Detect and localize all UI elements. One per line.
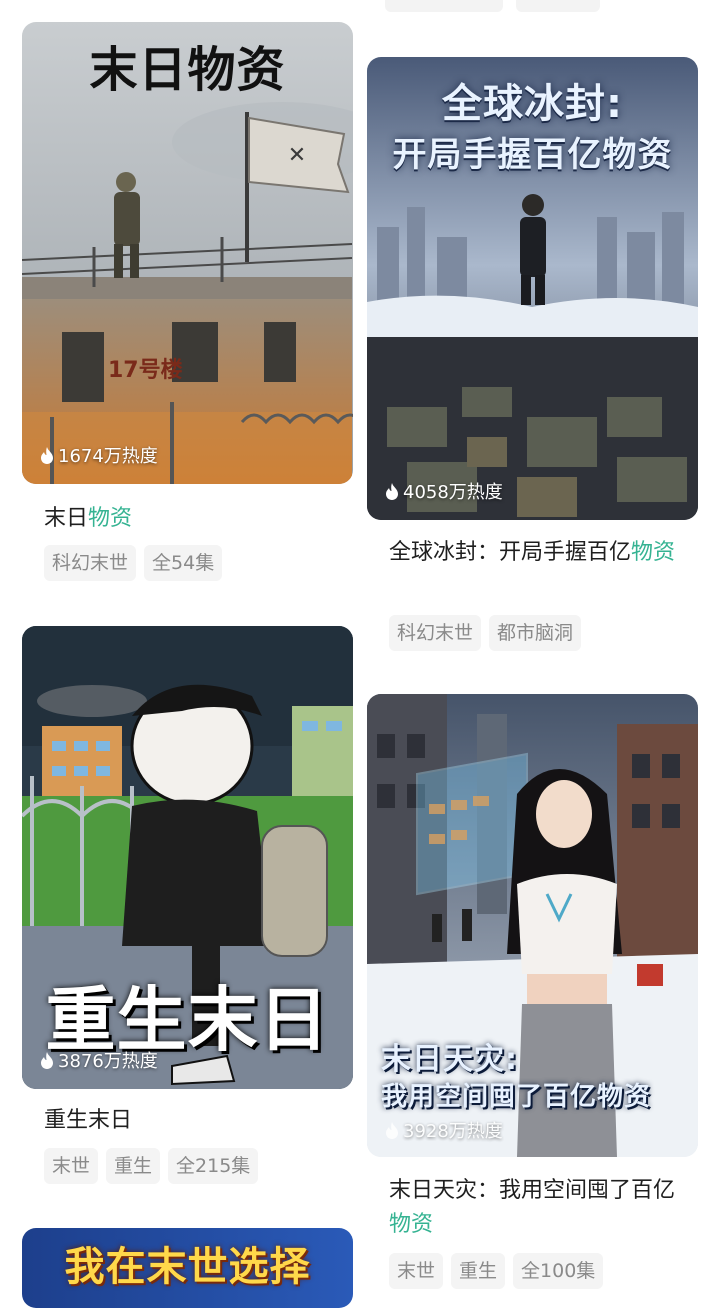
heat-badge: 4058万热度: [385, 478, 503, 504]
tag-genre[interactable]: 都市脑洞: [489, 615, 582, 651]
cover-title: 末日物资: [89, 42, 286, 98]
heat-count: 3928万热度: [403, 1121, 503, 1142]
title-text: 末日: [44, 506, 89, 531]
tag-stub: [385, 0, 503, 12]
drama-card-4[interactable]: 末日天灾: 我用空间囤了百亿物资 3928万热度 末日天灾：我用空间囤了百亿物资…: [367, 694, 698, 1294]
tag-list: 科幻末世 全54集: [44, 545, 223, 581]
card-title[interactable]: 末日天灾：我用空间囤了百亿物资: [389, 1174, 679, 1242]
tag-genre[interactable]: 重生: [451, 1253, 506, 1289]
drama-card-1[interactable]: ✕ 末日物资 17号楼 1674万热度 末日物资 科幻末世 全54集: [22, 22, 353, 592]
drama-card-2[interactable]: 全球冰封: 开局手握百亿物资 4058万热度 全球冰封：开局手握百亿物资 科幻末…: [367, 57, 698, 657]
tag-list: 末世 重生 全215集: [44, 1148, 259, 1184]
heat-count: 3876万热度: [58, 1051, 158, 1072]
flame-icon: [41, 446, 53, 464]
card-cover-image[interactable]: 末日天灾: 我用空间囤了百亿物资 3928万热度: [367, 694, 698, 1157]
tag-episodes[interactable]: 全215集: [168, 1148, 259, 1184]
tag-genre[interactable]: 末世: [389, 1253, 444, 1289]
card-title[interactable]: 全球冰封：开局手握百亿物资: [389, 536, 689, 570]
drama-card-5[interactable]: 我在末世选择: [22, 1228, 353, 1308]
flame-icon: [41, 1051, 53, 1069]
title-highlight: 物资: [88, 506, 133, 531]
tag-list: 科幻末世 都市脑洞: [389, 615, 582, 651]
card-title[interactable]: 末日物资: [44, 502, 132, 536]
card-cover-image[interactable]: ✕ 末日物资 17号楼 1674万热度: [22, 22, 353, 484]
tag-episodes[interactable]: 全100集: [513, 1253, 604, 1289]
card-title[interactable]: 重生末日: [44, 1104, 132, 1138]
tag-episodes[interactable]: 全54集: [144, 545, 223, 581]
cover-title: 我在末世选择: [64, 1244, 311, 1290]
heat-badge: 3876万热度: [40, 1047, 158, 1073]
drama-card-3[interactable]: 重生末日 3876万热度 重生末日 末世 重生 全215集: [22, 626, 353, 1186]
card-cover-image[interactable]: 全球冰封: 开局手握百亿物资 4058万热度: [367, 57, 698, 520]
flame-icon: [386, 1121, 398, 1139]
svg-text:✕: ✕: [288, 143, 306, 168]
tag-genre[interactable]: 科幻末世: [389, 615, 482, 651]
title-text: 全球冰封：开局手握百亿: [389, 540, 632, 565]
tag-stub: [516, 0, 600, 12]
heat-badge: 1674万热度: [40, 442, 158, 468]
heat-count: 1674万热度: [58, 446, 158, 467]
tag-genre[interactable]: 重生: [106, 1148, 161, 1184]
title-text: 重生末日: [44, 1108, 133, 1133]
cover-title-line2: 我用空间囤了百亿物资: [381, 1082, 652, 1112]
card-cover-image[interactable]: 我在末世选择: [22, 1228, 353, 1308]
title-highlight: 物资: [631, 540, 676, 565]
cover-title-line1: 全球冰封:: [442, 81, 623, 127]
cover-title-line1: 末日天灾:: [381, 1042, 518, 1077]
cover-building-sign: 17号楼: [108, 358, 183, 383]
tag-genre[interactable]: 末世: [44, 1148, 99, 1184]
cover-title-line2: 开局手握百亿物资: [392, 135, 673, 175]
flame-icon: [386, 482, 398, 500]
heat-badge: 3928万热度: [385, 1117, 503, 1143]
tag-list: 末世 重生 全100集: [389, 1253, 604, 1289]
card-cover-image[interactable]: 重生末日 3876万热度: [22, 626, 353, 1089]
title-text: 末日天灾：我用空间囤了百亿: [389, 1178, 676, 1203]
tag-genre[interactable]: 科幻末世: [44, 545, 137, 581]
title-highlight: 物资: [389, 1212, 434, 1237]
heat-count: 4058万热度: [403, 482, 503, 503]
